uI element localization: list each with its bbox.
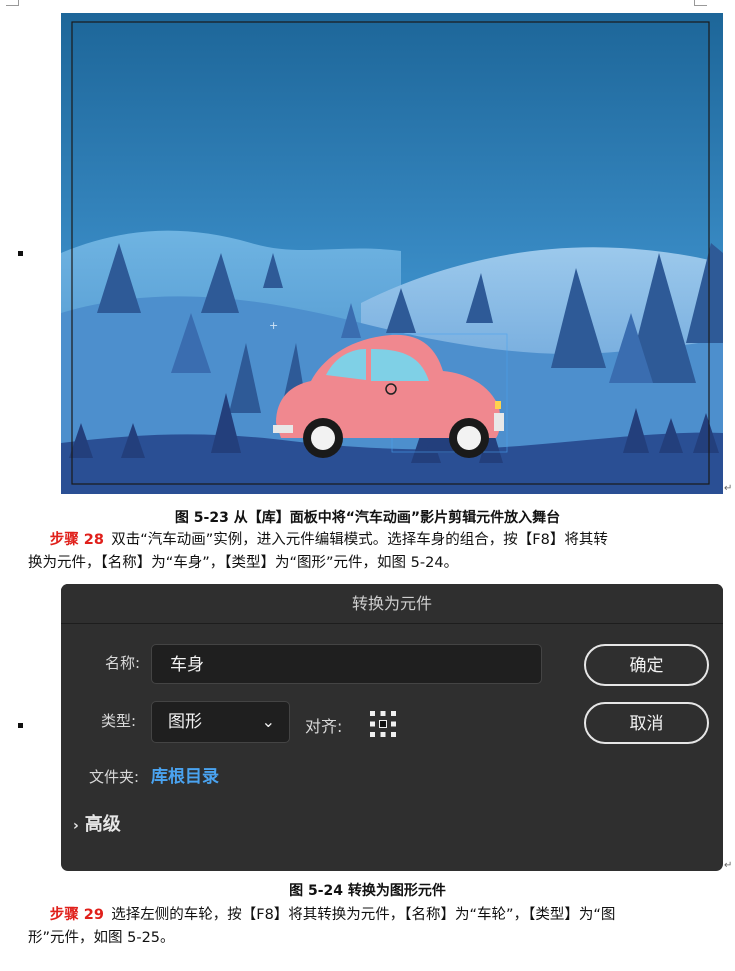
folder-link[interactable]: 库根目录 [151, 762, 219, 787]
figure-caption: 图 5-23 从【库】面板中将“汽车动画”影片剪辑元件放入舞台 [174, 510, 561, 526]
type-label: 类型: [101, 712, 137, 730]
align-label: 对齐: [305, 717, 343, 736]
step-paragraph: 步骤 28 双击“汽车动画”实例，进入元件编辑模式。选择车身的组合，按【F8】将… [28, 529, 708, 575]
stage-illustration: + [61, 13, 723, 494]
page-corner-mark-right [694, 0, 707, 6]
winter-car-scene: + [61, 13, 723, 494]
name-input[interactable]: 车身 [151, 644, 542, 684]
car-headlight [495, 401, 501, 409]
step-text: 选择左侧的车轮，按【F8】将其转换为元件，【名称】为“车轮”，【类型】为“图 [111, 907, 616, 923]
chevron-down-icon: ⌄ [261, 712, 275, 731]
registration-grid-icon[interactable] [369, 710, 397, 738]
svg-text:+: + [269, 319, 278, 332]
advanced-toggle[interactable]: › 高级 [73, 810, 121, 836]
cancel-button[interactable]: 取消 [584, 702, 709, 744]
name-label: 名称: [105, 654, 141, 672]
advanced-label: 高级 [84, 814, 121, 835]
chevron-right-icon: › [73, 818, 79, 834]
figure-caption: 图 5-24 转换为图形元件 [289, 883, 446, 899]
ok-button[interactable]: 确定 [584, 644, 709, 686]
page-corner-mark-left [6, 0, 19, 6]
step-label: 步骤 28 [49, 532, 104, 548]
step-label: 步骤 29 [49, 907, 104, 923]
step-paragraph: 步骤 29 选择左侧的车轮，按【F8】将其转换为元件，【名称】为“车轮”，【类型… [28, 904, 708, 950]
paragraph-mark: ↵ [724, 860, 733, 871]
step-text: 形”元件，如图 5-25。 [28, 930, 175, 946]
list-bullet [18, 251, 23, 256]
car-bumper-front [494, 413, 504, 431]
car-bumper-rear [273, 425, 293, 433]
type-dropdown[interactable]: 图形 ⌄ [151, 701, 290, 743]
type-value: 图形 [168, 712, 202, 732]
list-bullet [18, 723, 23, 728]
folder-label: 文件夹: [89, 768, 140, 786]
step-text: 双击“汽车动画”实例，进入元件编辑模式。选择车身的组合，按【F8】将其转 [111, 532, 608, 548]
paragraph-mark: ↵ [724, 483, 733, 494]
dialog-title: 转换为元件 [61, 584, 723, 624]
step-text: 换为元件，【名称】为“车身”，【类型】为“图形”元件，如图 5-24。 [28, 555, 459, 571]
convert-to-symbol-dialog: 转换为元件 名称: 车身 类型: 图形 ⌄ 对齐: 文件夹: 库根目录 › 高级 … [61, 584, 723, 871]
